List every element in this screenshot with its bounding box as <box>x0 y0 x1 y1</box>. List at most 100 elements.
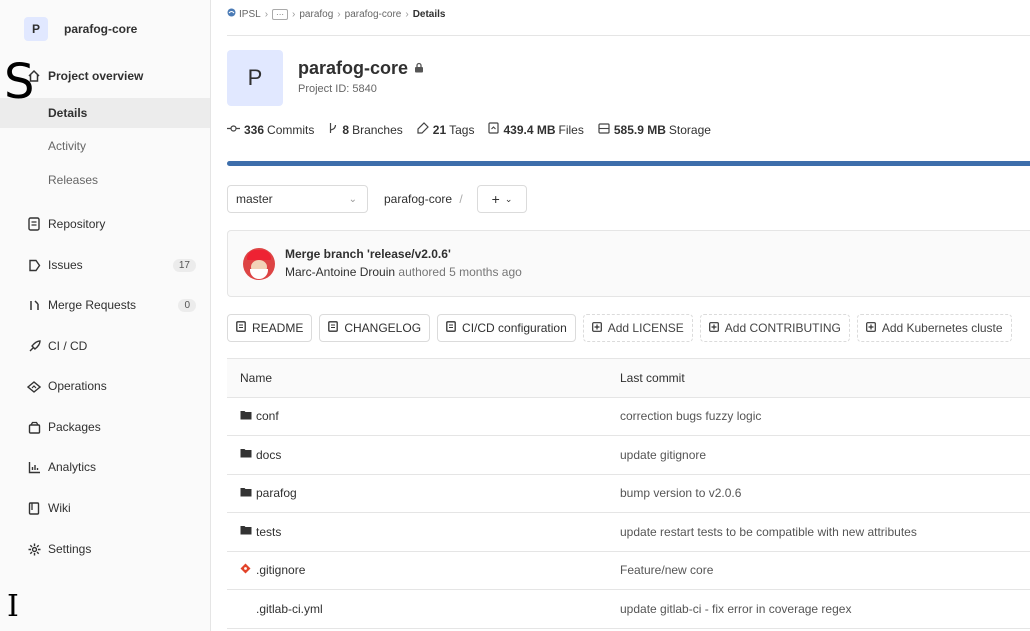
commit-title-link[interactable]: Merge branch 'release/v2.0.6' <box>285 247 451 261</box>
sidebar-item-ci-cd[interactable]: CI / CD <box>0 329 210 363</box>
doc-icon <box>236 321 246 335</box>
breadcrumb-separator: › <box>292 8 296 20</box>
commits-label: Commits <box>267 122 315 137</box>
merge-requests-count-badge: 0 <box>178 298 196 312</box>
sidebar-project-name: parafog-core <box>64 22 138 36</box>
files-stat[interactable]: 439.4 MB Files <box>488 122 584 137</box>
sidebar-subitem-activity[interactable]: Activity <box>0 131 210 161</box>
add-contributing-label: Add CONTRIBUTING <box>724 321 841 335</box>
tags-label: Tags <box>449 122 475 137</box>
issues-count-badge: 17 <box>172 258 196 272</box>
cicd-configuration-button[interactable]: CI/CD configuration <box>437 314 576 342</box>
file-name-link[interactable]: .gitignore <box>256 563 305 577</box>
overlay-letter-s: S <box>4 54 35 110</box>
file-name-link[interactable]: conf <box>256 409 279 423</box>
storage-stat[interactable]: 585.9 MB Storage <box>598 123 711 137</box>
add-license-button[interactable]: Add LICENSE <box>582 314 693 342</box>
repo-path: parafog-core / <box>384 192 467 206</box>
author-avatar[interactable] <box>243 248 275 280</box>
breadcrumb-group[interactable]: IPSL <box>239 9 261 20</box>
storage-label: Storage <box>668 122 711 137</box>
branches-stat[interactable]: 8 Branches <box>328 122 403 137</box>
sidebar-item-label: Releases <box>48 173 99 187</box>
sidebar-item-merge-requests[interactable]: Merge Requests 0 <box>0 288 210 322</box>
main-content: IPSL › ··· › parafog › parafog-core › De… <box>212 0 1030 631</box>
storage-usage-fill <box>227 161 1030 166</box>
tags-stat[interactable]: 21 Tags <box>417 122 475 137</box>
package-icon <box>26 419 42 435</box>
sidebar-item-issues[interactable]: Issues 17 <box>0 248 210 282</box>
commits-count: 336 <box>244 122 265 137</box>
last-commit-message[interactable]: update restart tests to be compatible wi… <box>620 525 917 539</box>
repo-path-root[interactable]: parafog-core <box>384 192 452 206</box>
tag-icon <box>417 122 429 137</box>
sidebar-item-settings[interactable]: Settings <box>0 532 210 566</box>
storage-usage-bar <box>227 161 1030 166</box>
last-commit-message[interactable]: update gitlab-ci - fix error in coverage… <box>620 602 851 616</box>
commit-time: authored 5 months ago <box>398 265 522 279</box>
changelog-button[interactable]: CHANGELOG <box>319 314 431 342</box>
sidebar-item-label: Project overview <box>48 69 144 83</box>
file-name-cell: .gitlab-ci.yml <box>256 602 323 616</box>
file-name-link[interactable]: parafog <box>256 486 297 500</box>
commits-stat[interactable]: 336 Commits <box>227 123 314 137</box>
add-contributing-button[interactable]: Add CONTRIBUTING <box>699 314 850 342</box>
file-name-link[interactable]: .gitlab-ci.yml <box>256 602 323 616</box>
last-commit-message[interactable]: bump version to v2.0.6 <box>620 486 741 500</box>
table-row[interactable]: tests update restart tests to be compati… <box>227 513 1030 552</box>
doc-icon <box>328 321 339 335</box>
breadcrumb-more-button[interactable]: ··· <box>272 8 289 20</box>
sidebar-item-packages[interactable]: Packages <box>0 410 210 444</box>
file-name-cell: .gitignore <box>240 563 305 577</box>
file-name-link[interactable]: docs <box>256 448 281 462</box>
sidebar-project-header[interactable]: P parafog-core <box>24 17 137 41</box>
column-header-last-commit: Last commit <box>620 370 685 385</box>
file-name-link[interactable]: tests <box>256 525 281 539</box>
folder-icon <box>240 448 252 461</box>
readme-button[interactable]: README <box>227 314 313 342</box>
breadcrumb-project[interactable]: parafog-core <box>345 9 402 20</box>
project-stats: 336 Commits 8 Branches 21 Tags 439.4 MB … <box>227 122 725 137</box>
sidebar-item-label: Packages <box>48 420 101 434</box>
file-size-icon <box>488 122 500 137</box>
branch-selector[interactable]: master ⌄ <box>227 185 368 213</box>
avatar-hat-shape <box>247 250 271 260</box>
merge-request-icon <box>26 297 42 313</box>
last-commit-message[interactable]: correction bugs fuzzy logic <box>620 409 761 423</box>
breadcrumb: IPSL › ··· › parafog › parafog-core › De… <box>227 8 445 20</box>
cloud-icon <box>26 378 42 394</box>
sidebar-item-wiki[interactable]: Wiki <box>0 491 210 525</box>
sidebar-item-operations[interactable]: Operations <box>0 369 210 403</box>
sidebar-item-analytics[interactable]: Analytics <box>0 450 210 484</box>
folder-icon <box>240 525 252 538</box>
plus-square-icon <box>591 321 602 335</box>
plus-square-icon <box>865 321 876 335</box>
add-file-dropdown-button[interactable]: + ⌄ <box>477 185 527 213</box>
sidebar-item-label: Issues <box>48 258 83 272</box>
table-row[interactable]: parafog bump version to v2.0.6 <box>227 475 1030 513</box>
path-separator: / <box>459 192 463 206</box>
files-size: 439.4 MB <box>503 122 556 137</box>
commit-author[interactable]: Marc-Antoine Drouin <box>285 265 395 279</box>
project-name: parafog-core <box>298 58 409 78</box>
lock-icon <box>414 62 424 76</box>
table-row[interactable]: docs update gitignore <box>227 436 1030 475</box>
table-row[interactable]: conf correction bugs fuzzy logic <box>227 398 1030 436</box>
table-row[interactable]: .gitignore Feature/new core <box>227 552 1030 590</box>
table-header-row: Name Last commit <box>227 359 1030 398</box>
add-kubernetes-cluster-button[interactable]: Add Kubernetes cluste <box>856 314 1012 342</box>
breadcrumb-separator: › <box>337 8 341 20</box>
sidebar-item-label: Details <box>48 106 88 120</box>
sidebar-item-repository[interactable]: Repository <box>0 207 210 241</box>
plus-square-icon <box>708 321 719 335</box>
last-commit-message[interactable]: Feature/new core <box>620 563 713 577</box>
sidebar-item-label: Merge Requests <box>48 298 137 312</box>
last-commit-message[interactable]: update gitignore <box>620 448 706 462</box>
sidebar-item-label: Settings <box>48 542 92 556</box>
sidebar-subitem-releases[interactable]: Releases <box>0 165 210 195</box>
table-row[interactable]: .gitlab-ci.yml update gitlab-ci - fix er… <box>227 590 1030 629</box>
breadcrumb-subgroup[interactable]: parafog <box>299 9 333 20</box>
plus-icon: + <box>491 191 500 207</box>
file-name-cell: tests <box>240 525 281 539</box>
tags-count: 21 <box>432 122 447 137</box>
